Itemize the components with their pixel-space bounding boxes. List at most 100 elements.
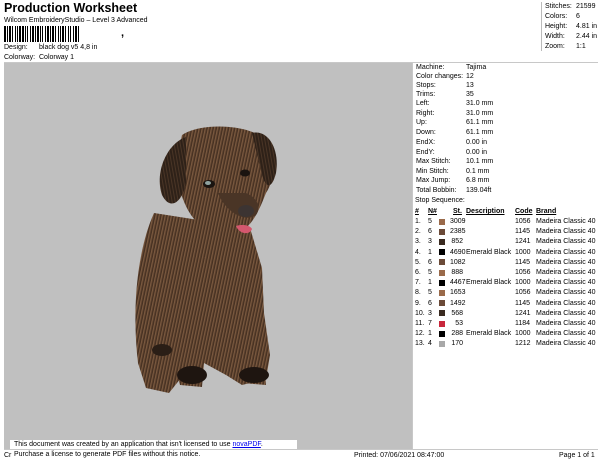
- stop-num: 1.: [415, 218, 421, 225]
- barcode-bar: [42, 26, 43, 42]
- prop-stops: Stops: 13: [416, 82, 474, 89]
- barcode-bar: [75, 26, 77, 42]
- stop-sequence-heading: Stop Sequence:: [415, 197, 465, 204]
- thread-code: 1145: [515, 299, 531, 307]
- prop-right: Right: 31.0 mm: [416, 110, 494, 117]
- notice-line-2: Purchase a license to generate PDF files…: [14, 451, 201, 458]
- stop-num: 11.: [415, 320, 425, 327]
- prop-min-stitch: Min Stitch: 0.1 mm: [416, 168, 490, 175]
- prop-up: Up: 61.1 mm: [416, 119, 494, 126]
- thread-code: 1184: [515, 320, 531, 327]
- barcode-bar: [17, 26, 18, 42]
- stop-row: 7. 1 4467 Emerald Black 1000 Madeira Classic …: [0, 279, 600, 289]
- prop-endx: EndX: 0.00 in: [416, 139, 488, 146]
- thread-code: 1212: [515, 340, 531, 348]
- thread-brand: Madeira Classic 40: [536, 238, 596, 246]
- design-label: Design:: [4, 44, 28, 51]
- needle-num: 5: [428, 218, 432, 225]
- thread-color-swatch: [439, 340, 445, 347]
- stop-num: 8.: [415, 289, 421, 297]
- prop-total-bobbin: Total Bobbin: 139.04ft: [416, 187, 492, 194]
- prop-trims: Trims: 35: [416, 91, 474, 98]
- thread-code: 1056: [515, 289, 531, 297]
- thread-color-swatch: [439, 289, 445, 296]
- barcode-bar: [50, 26, 51, 42]
- barcode: [4, 26, 79, 42]
- needle-num: 1: [428, 248, 432, 256]
- notice-line-1: This document was created by an applicat…: [14, 441, 263, 448]
- stitch-count: 170: [451, 340, 463, 348]
- prop-max-stitch: Max Stitch: 10.1 mm: [416, 158, 494, 165]
- stop-num: 4.: [415, 248, 421, 256]
- stitch-count: 4690: [450, 248, 466, 256]
- thread-brand: Madeira Classic 40: [536, 320, 596, 327]
- barcode-bar: [47, 26, 49, 42]
- page-number: Page 1 of 1: [559, 452, 595, 459]
- thread-color-swatch: [439, 269, 445, 276]
- barcode-bar: [52, 26, 54, 42]
- thread-color-swatch: [439, 300, 445, 307]
- thread-color-swatch: [439, 238, 445, 245]
- design-value: black dog v5 4,8 in: [39, 44, 98, 51]
- barcode-bar: [68, 26, 69, 42]
- thread-brand: Madeira Classic 40: [536, 299, 596, 307]
- thread-brand: Madeira Classic 40: [536, 340, 596, 348]
- thread-color-swatch: [439, 228, 445, 235]
- thread-brand: Madeira Classic 40: [536, 248, 596, 256]
- thread-brand: Madeira Classic 40: [536, 258, 596, 266]
- thread-color-swatch: [439, 330, 445, 337]
- thread-color-swatch: [439, 279, 445, 286]
- needle-num: 3: [428, 238, 432, 246]
- stop-num: 7.: [415, 279, 421, 287]
- stitch-count: 852: [451, 238, 463, 246]
- stop-num: 10.: [415, 309, 425, 317]
- thread-brand: Madeira Classic 40: [536, 269, 596, 276]
- col-stitches: St.: [453, 208, 462, 215]
- col-code: Code: [515, 208, 533, 215]
- prop-color-changes: Color changes: 12: [416, 73, 474, 80]
- stop-num: 2.: [415, 228, 421, 236]
- novapdf-link[interactable]: novaPDF: [232, 441, 260, 448]
- barcode-bar: [9, 26, 11, 42]
- thread-color-swatch: [439, 310, 445, 317]
- needle-num: 5: [428, 289, 432, 297]
- stop-row: 3. 3 852 1241 Madeira Classic 40: [0, 238, 600, 248]
- footer-divider: [4, 449, 598, 450]
- thread-color-swatch: [439, 218, 445, 225]
- barcode-bar: [45, 26, 46, 42]
- stitch-count: 1492: [450, 299, 466, 307]
- stitch-count: 1082: [450, 258, 466, 266]
- thread-color-swatch: [439, 249, 445, 256]
- col-num: #: [415, 208, 419, 215]
- barcode-tail: ,: [121, 27, 125, 39]
- stat-height: Height: 4.81 in: [545, 23, 598, 30]
- stat-stitches: Stitches: 21599: [545, 3, 596, 10]
- barcode-bar: [27, 26, 28, 42]
- license-notice: This document was created by an applicat…: [10, 440, 297, 462]
- stop-row: 12. 1 288 Emerald Black 1000 Madeira Classic …: [0, 330, 600, 340]
- needle-num: 6: [428, 258, 432, 266]
- colorway-label: Colorway:: [4, 54, 36, 61]
- stop-row: 1. 5 3009 1056 Madeira Classic 40: [0, 218, 600, 228]
- stat-zoom: Zoom: 1:1: [545, 43, 586, 50]
- stat-width: Width: 2.44 in: [545, 33, 598, 40]
- barcode-bar: [70, 26, 71, 42]
- thread-code: 1241: [515, 238, 531, 246]
- thread-brand: Madeira Classic 40: [536, 330, 596, 338]
- barcode-bar: [73, 26, 74, 42]
- stitch-count: 53: [455, 320, 463, 327]
- thread-brand: Madeira Classic 40: [536, 228, 596, 236]
- barcode-bar: [12, 26, 13, 42]
- stitch-count: 4467: [450, 279, 466, 287]
- prop-endy: EndY: 0.00 in: [416, 149, 488, 156]
- barcode-bar: [22, 26, 24, 42]
- stop-row: 13. 4 170 1212 Madeira Classic 40: [0, 340, 600, 350]
- thread-brand: Madeira Classic 40: [536, 218, 596, 225]
- needle-num: 5: [428, 269, 432, 276]
- stop-row: 4. 1 4690 Emerald Black 1000 Madeira Classic …: [0, 249, 600, 259]
- printed-date: Printed: 07/06/2021 08:47:00: [354, 452, 445, 459]
- thread-brand: Madeira Classic 40: [536, 279, 596, 287]
- thread-code: 1000: [515, 330, 531, 338]
- stop-num: 13.: [415, 340, 425, 348]
- needle-num: 1: [428, 279, 432, 287]
